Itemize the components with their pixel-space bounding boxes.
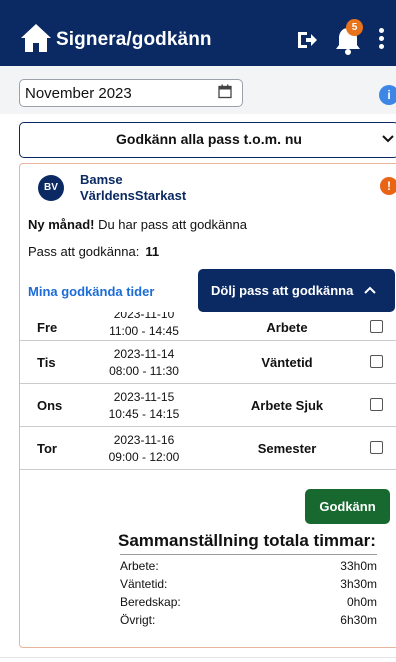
notification-badge: 5 — [346, 19, 363, 36]
employee-first-name: Bamse — [80, 172, 123, 187]
notifications-button[interactable]: 5 — [333, 19, 363, 56]
pass-count-value: 11 — [145, 244, 160, 259]
pass-type: Arbete Sjuk — [250, 398, 324, 413]
table-row: Ons 2023-11-15 10:45 - 14:15 Arbete Sjuk — [20, 384, 396, 427]
summary-value: 3h30m — [340, 577, 377, 591]
pass-count: Pass att godkänna: 11 — [28, 244, 159, 259]
pass-type: Semester — [257, 441, 317, 456]
hide-passes-button[interactable]: Dölj pass att godkänna — [198, 269, 395, 312]
pass-type: Väntetid — [261, 355, 313, 370]
filter-bar: November 2023 — [0, 66, 396, 114]
summary-value: 6h30m — [340, 613, 377, 627]
table-row: Tis 2023-11-14 08:00 - 11:30 Väntetid — [20, 341, 396, 384]
summary-title: Sammanställning totala timmar: — [118, 531, 376, 550]
pass-time: 11:00 - 14:45 — [109, 324, 179, 338]
page-title: Signera/godkänn — [56, 29, 212, 50]
new-month-notice: Ny månad! Du har pass att godkänna — [28, 217, 247, 232]
pass-date-time: 2023-11-16 09:00 - 12:00 — [89, 432, 199, 466]
chevron-down-icon — [382, 135, 394, 143]
employee-card: BV Bamse VärldensStarkast ! Ny månad! Du… — [19, 163, 396, 648]
summary-label: Beredskap: — [120, 595, 181, 609]
pass-checkbox[interactable] — [370, 320, 383, 333]
pass-date: 2023-11-14 — [113, 347, 175, 361]
table-row: Fre 2023-11-10 11:00 - 14:45 Arbete — [20, 312, 396, 341]
hide-passes-label: Dölj pass att godkänna — [211, 283, 354, 298]
employee-name: Bamse VärldensStarkast — [80, 172, 186, 204]
pass-time: 10:45 - 14:15 — [108, 407, 180, 421]
summary-label: Arbete: — [120, 559, 159, 573]
kebab-menu-icon[interactable] — [377, 28, 385, 50]
footer-divider — [0, 657, 396, 658]
summary-row: Beredskap: 0h0m — [120, 595, 377, 611]
pass-date: 2023-11-10 — [113, 312, 175, 321]
summary-row: Arbete: 33h0m — [120, 559, 377, 575]
pass-checkbox[interactable] — [370, 355, 383, 368]
summary-value: 33h0m — [340, 559, 377, 573]
pass-date-time: 2023-11-15 10:45 - 14:15 — [89, 389, 199, 423]
pass-checkbox[interactable] — [370, 398, 383, 411]
warning-icon: ! — [380, 177, 396, 195]
app-header: Signera/godkänn 5 — [0, 0, 396, 66]
my-approved-times-link[interactable]: Mina godkända tider — [28, 284, 154, 299]
notice-text: Du har pass att godkänna — [94, 217, 247, 232]
pass-day: Ons — [37, 398, 63, 413]
pass-day: Tis — [37, 355, 56, 370]
pass-date-time: 2023-11-14 08:00 - 11:30 — [89, 346, 199, 380]
home-icon[interactable] — [19, 22, 53, 54]
table-row: Tor 2023-11-16 09:00 - 12:00 Semester — [20, 427, 396, 470]
employee-last-name: VärldensStarkast — [80, 188, 187, 203]
pass-type: Arbete — [266, 320, 308, 335]
pass-count-label: Pass att godkänna: — [28, 244, 140, 259]
calendar-icon[interactable] — [218, 84, 232, 99]
month-picker-input[interactable]: November 2023 — [19, 79, 243, 107]
summary-divider — [120, 554, 377, 555]
summary-row: Övrigt: 6h30m — [120, 613, 377, 629]
pass-date-time: 2023-11-10 11:00 - 14:45 — [89, 312, 199, 340]
logout-icon[interactable] — [296, 29, 318, 51]
approve-all-dropdown[interactable]: Godkänn alla pass t.o.m. nu — [19, 122, 396, 158]
pass-checkbox[interactable] — [370, 441, 383, 454]
summary-row: Väntetid: 3h30m — [120, 577, 377, 593]
pass-table[interactable]: Fre 2023-11-10 11:00 - 14:45 Arbete Tis … — [20, 312, 396, 484]
pass-time: 09:00 - 12:00 — [108, 450, 180, 464]
approve-button[interactable]: Godkänn — [305, 489, 390, 524]
info-icon[interactable]: i — [379, 85, 396, 105]
pass-time: 08:00 - 11:30 — [109, 364, 179, 378]
pass-date: 2023-11-15 — [113, 390, 175, 404]
summary-label: Väntetid: — [120, 577, 168, 591]
avatar: BV — [38, 175, 64, 201]
approve-all-label: Godkänn alla pass t.o.m. nu — [116, 131, 302, 147]
pass-date: 2023-11-16 — [113, 433, 175, 447]
chevron-up-icon — [364, 286, 376, 294]
summary-value: 0h0m — [346, 595, 377, 609]
pass-day: Tor — [37, 441, 57, 456]
summary-label: Övrigt: — [120, 613, 156, 627]
pass-day: Fre — [37, 320, 58, 335]
notice-heading: Ny månad! — [28, 217, 95, 232]
